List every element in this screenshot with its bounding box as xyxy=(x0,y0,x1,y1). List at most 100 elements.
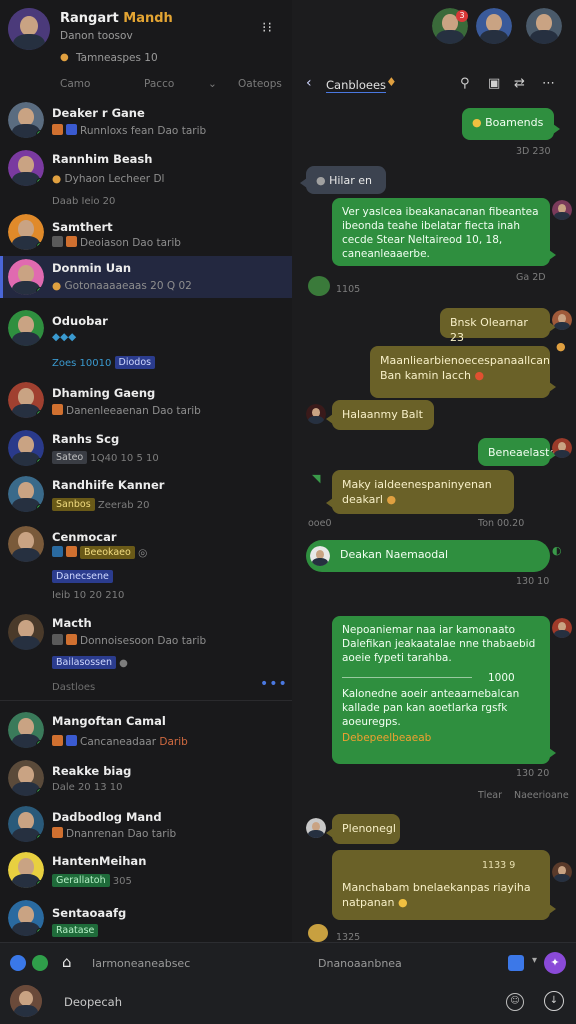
conversation-title[interactable]: Canbloees xyxy=(326,78,387,93)
message-input[interactable] xyxy=(54,987,530,1017)
message-bubble[interactable]: Deakan Naemaodal xyxy=(306,540,550,572)
media-icon[interactable]: ▣ xyxy=(488,76,500,91)
video-icon[interactable] xyxy=(508,955,524,971)
avatar xyxy=(8,259,44,295)
filter-tab[interactable]: Camo xyxy=(60,78,90,90)
chat-list-item[interactable]: Reakke biag Dale 20 13 10 xyxy=(0,758,292,804)
message-bubble[interactable]: Manchabam bnelaekanpas riayiha natpanan … xyxy=(332,850,556,920)
participant-avatar[interactable] xyxy=(526,8,562,44)
filter-dropdown[interactable]: ⌄ xyxy=(208,78,217,90)
back-arrow-icon[interactable]: ‹ xyxy=(306,75,312,91)
leaf-icon: ◥ xyxy=(312,472,321,485)
toolbar-search[interactable]: Dnanoaanbnea xyxy=(318,957,402,970)
reaction-icon: ● xyxy=(556,340,566,353)
avatar xyxy=(8,382,44,418)
bottom-bar: ⌂ Iarmoneaneabsec Dnanoaanbnea ▾ ✦ ☺ ↓ xyxy=(0,942,576,1024)
app-icon[interactable] xyxy=(10,955,26,971)
chat-list-item-active[interactable]: Donmin Uan ● Gotonaaaaeaas 20 Q 02 xyxy=(0,256,292,298)
profile-header: Rangart Mandh Danon toosov ● Tamneaspes … xyxy=(0,0,292,70)
my-name: Rangart Mandh xyxy=(60,11,173,26)
avatar xyxy=(8,102,44,138)
chat-list-item[interactable]: Randhiife Kanner Sanbos Zeerab 20 xyxy=(0,472,292,522)
chat-list-item[interactable]: Macth Donnoisesoon Dao tarib Bailasossen… xyxy=(0,610,292,672)
message-bubble[interactable]: Nepoaniemar naa iar kamonaato Dalefikan … xyxy=(332,616,556,764)
avatar xyxy=(8,614,44,650)
more-options-icon[interactable]: ⋯ xyxy=(542,76,555,91)
more-options-icon[interactable]: ⁝⁝ xyxy=(262,20,273,36)
notification-badge: 3 xyxy=(456,10,468,22)
message-bubble[interactable]: Maanliearbienoecespanaallcan Ban kamin I… xyxy=(370,346,556,398)
message-timestamp: 1105 xyxy=(336,284,361,295)
chat-list-item[interactable]: Dadbodlog Mand Dnanrenan Dao tarib xyxy=(0,804,292,852)
highlight-text: Debepeelbeaeab xyxy=(342,732,432,744)
sender-avatar xyxy=(306,404,326,424)
sender-avatar xyxy=(552,862,572,882)
more-dots-icon[interactable]: ••• xyxy=(260,676,288,692)
message-bubble[interactable]: Maky ialdeenespaninyenan deakarl ● xyxy=(326,470,514,514)
avatar xyxy=(8,712,44,748)
reaction-icon: ◐ xyxy=(552,544,562,557)
sender-avatar xyxy=(306,818,326,838)
home-icon[interactable]: ⌂ xyxy=(62,953,72,971)
avatar xyxy=(8,760,44,796)
avatar xyxy=(8,806,44,842)
chat-list-item[interactable]: Dhaming Gaeng Danenleeaenan Dao tarib xyxy=(0,378,292,422)
toolbar-label: Iarmoneaneabsec xyxy=(92,957,191,970)
participant-avatar[interactable] xyxy=(476,8,512,44)
emoji-icon[interactable]: ☺ xyxy=(506,993,524,1011)
conversation-panel: 3 ‹ Canbloees ♦ ⚲ ▣ ⇄ ⋯ ● Boamends 3D 23… xyxy=(292,0,576,942)
reaction-icon[interactable] xyxy=(308,276,330,296)
chat-list-panel: Rangart Mandh Danon toosov ● Tamneaspes … xyxy=(0,0,292,942)
sender-avatar xyxy=(552,200,572,220)
message-text: Nepoaniemar naa iar kamonaato Dalefikan … xyxy=(342,624,536,664)
chat-list-item[interactable]: Rannhim Beash ● Dyhaon Lecheer Dl Daab I… xyxy=(0,146,292,212)
message-timestamp: Tlear xyxy=(478,790,503,801)
message-timestamp: 130 20 xyxy=(516,768,550,779)
send-icon[interactable]: ↓ xyxy=(544,991,564,1011)
filter-bar: Camo Pacco ⌄ Oateops xyxy=(0,72,292,96)
chat-list-item[interactable]: Oduobar ◆◆◆ Zoes 10010 Diodos xyxy=(0,306,292,376)
shuffle-icon[interactable]: ⇄ xyxy=(514,76,525,91)
chat-list-item[interactable]: Cenmocar Beeokaeo ◎ Danecsene Ieib 10 20… xyxy=(0,522,292,612)
message-bubble[interactable]: ● Hilar en xyxy=(300,166,386,194)
reaction-icon[interactable] xyxy=(308,924,328,942)
chat-list-item[interactable]: Sentaoaafg Raatase xyxy=(0,898,292,942)
my-avatar[interactable] xyxy=(10,985,42,1017)
load-more-label[interactable]: Dastloes xyxy=(52,682,95,693)
avatar xyxy=(8,150,44,186)
filter-tab[interactable]: Oateops xyxy=(238,78,282,90)
avatar xyxy=(8,476,44,512)
message-bubble[interactable]: ● Boamends xyxy=(462,108,560,140)
message-bubble[interactable]: Ver yaslcea ibeakanacanan fibeantea ibeo… xyxy=(332,198,556,266)
message-timestamp: 3D 230 xyxy=(516,146,551,157)
chat-list-item[interactable]: HantenMeihan Gerallatoh 305 xyxy=(0,850,292,896)
my-avatar[interactable] xyxy=(8,8,50,50)
toolbar: ⌂ Iarmoneaneabsec Dnanoaanbnea ▾ ✦ xyxy=(0,943,576,983)
message-timestamp: ooe0 xyxy=(308,518,332,529)
chevron-down-icon[interactable]: ▾ xyxy=(532,955,537,966)
message-timestamp: Ton 00.20 xyxy=(478,518,525,529)
my-subtitle: Tamneaspes 10 xyxy=(76,52,158,64)
chat-list-item[interactable]: Mangoftan Camal Cancaneadaar Darib xyxy=(0,708,292,756)
message-timestamp: 1133 9 xyxy=(482,860,516,871)
sender-avatar xyxy=(552,438,572,458)
chat-list-item[interactable]: Deaker r Gane Runnloxs fean Dao tarib xyxy=(0,98,292,150)
assistant-icon[interactable]: ✦ xyxy=(544,952,566,974)
lock-icon: ● xyxy=(60,52,69,63)
my-status: Danon toosov xyxy=(60,30,133,42)
message-bubble[interactable]: Bnsk Olearnar 23 xyxy=(440,308,556,344)
search-icon[interactable]: ⚲ xyxy=(460,76,470,91)
chat-icon[interactable] xyxy=(32,955,48,971)
filter-tab[interactable]: Pacco xyxy=(144,78,174,90)
avatar xyxy=(8,852,44,888)
flame-icon: ♦ xyxy=(386,75,397,89)
message-bubble[interactable]: Plenonegl xyxy=(326,814,400,844)
avatar xyxy=(8,900,44,936)
chat-list-item[interactable]: Samthert Deoiason Dao tarib xyxy=(0,212,292,260)
avatar xyxy=(8,310,44,346)
message-bubble[interactable]: Halaanmy Balt xyxy=(326,400,434,430)
message-divider: 1000 xyxy=(342,669,540,687)
message-timestamp: 1325 xyxy=(336,932,361,942)
chat-list-item[interactable]: Ranhs Scg Sateo 1Q40 10 5 10 xyxy=(0,426,292,470)
message-bubble[interactable]: Beneaelaste xyxy=(478,438,556,466)
